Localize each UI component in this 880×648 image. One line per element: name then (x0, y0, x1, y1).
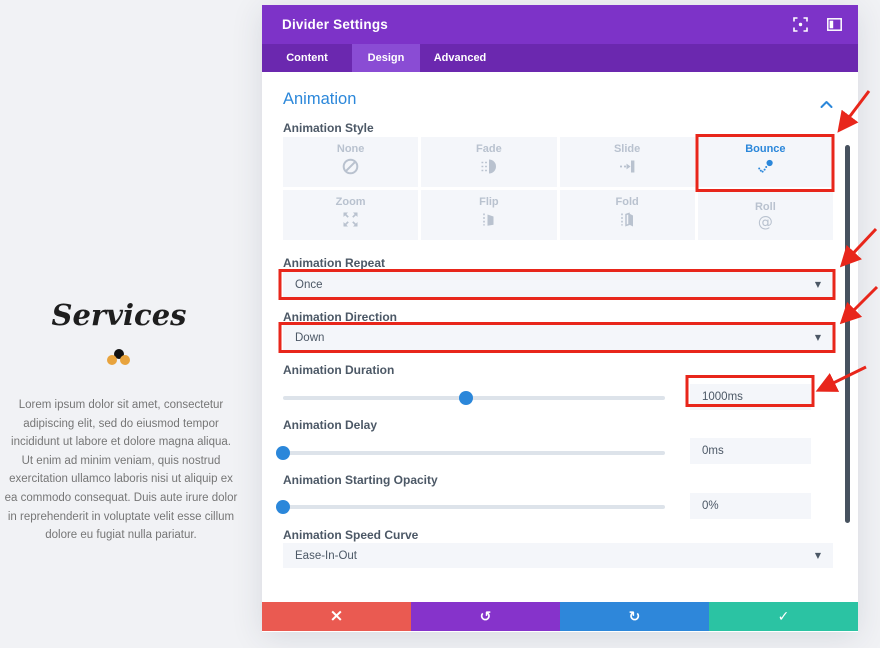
tab-design[interactable]: Design (352, 44, 420, 72)
animation-speed-curve-label: Animation Speed Curve (283, 528, 418, 542)
modal-title: Divider Settings (282, 17, 388, 32)
style-option-zoom[interactable]: Zoom (283, 190, 418, 240)
fade-icon (479, 157, 498, 181)
animation-delay-slider[interactable] (283, 451, 665, 455)
animation-duration-input[interactable] (690, 384, 811, 410)
style-option-slide[interactable]: Slide (560, 137, 695, 187)
animation-starting-opacity-slider[interactable] (283, 505, 665, 509)
body-paragraph: Lorem ipsum dolor sit amet, consectetur … (4, 396, 238, 545)
split-view-icon[interactable] (826, 17, 842, 33)
three-dots-divider-icon (104, 349, 134, 369)
animation-repeat-value: Once (295, 279, 323, 291)
animation-style-label: Animation Style (283, 121, 374, 135)
tab-advanced[interactable]: Advanced (420, 44, 500, 72)
style-option-fade[interactable]: Fade (421, 137, 556, 187)
modal-tabbar: Content Design Advanced (262, 44, 858, 72)
animation-direction-label: Animation Direction (283, 310, 397, 324)
animation-starting-opacity-input[interactable] (690, 493, 811, 519)
divider-settings-modal: Divider Settings (262, 5, 858, 632)
animation-direction-value: Down (295, 332, 324, 344)
modal-scrollbar[interactable] (845, 145, 850, 523)
animation-delay-input[interactable] (690, 438, 811, 464)
animation-starting-opacity-label: Animation Starting Opacity (283, 473, 438, 487)
redo-icon: ↻ (629, 610, 641, 624)
modal-footer: × ↺ ↻ ✓ (262, 602, 858, 631)
animation-repeat-label: Animation Repeat (283, 256, 385, 270)
style-option-flip[interactable]: Flip (421, 190, 556, 240)
zoom-icon (341, 210, 360, 234)
animation-repeat-select[interactable]: Once ▼ (283, 272, 833, 297)
page-title: Services (0, 298, 238, 332)
animation-delay-slider-handle[interactable] (276, 446, 290, 460)
animation-speed-curve-value: Ease-In-Out (295, 550, 357, 562)
roll-icon: @ (758, 215, 773, 230)
screen: Services Lorem ipsum dolor sit amet, con… (0, 0, 880, 648)
fold-icon (618, 210, 637, 234)
modal-header-icons (792, 17, 842, 33)
flip-icon (479, 210, 498, 234)
style-option-bounce[interactable]: Bounce (698, 137, 833, 187)
chevron-down-icon: ▼ (815, 551, 821, 560)
cancel-button[interactable]: × (262, 602, 411, 631)
undo-icon: ↺ (480, 610, 492, 624)
bounce-icon (756, 157, 775, 181)
expand-icon[interactable] (792, 17, 808, 33)
modal-header: Divider Settings (262, 5, 858, 44)
divider-dot-orange (120, 355, 130, 365)
divider-dot-orange (107, 355, 117, 365)
chevron-up-icon[interactable] (820, 96, 834, 106)
animation-direction-select[interactable]: Down ▼ (283, 325, 833, 350)
animation-section-title: Animation (283, 90, 356, 109)
none-icon (341, 157, 360, 181)
animation-duration-slider[interactable] (283, 396, 665, 400)
close-icon: × (329, 608, 343, 625)
chevron-down-icon: ▼ (815, 280, 821, 289)
animation-duration-slider-handle[interactable] (459, 391, 473, 405)
animation-starting-opacity-slider-handle[interactable] (276, 500, 290, 514)
tab-content[interactable]: Content (262, 44, 352, 72)
animation-style-grid: None Fade Slide Bounce Zoom (283, 137, 833, 240)
modal-body: Animation Animation Style None Fade Slid… (262, 72, 858, 602)
save-button[interactable]: ✓ (709, 602, 858, 631)
animation-delay-label: Animation Delay (283, 418, 377, 432)
animation-duration-label: Animation Duration (283, 363, 394, 377)
style-option-fold[interactable]: Fold (560, 190, 695, 240)
check-icon: ✓ (778, 610, 790, 624)
style-option-none[interactable]: None (283, 137, 418, 187)
undo-button[interactable]: ↺ (411, 602, 560, 631)
style-option-roll[interactable]: Roll @ (698, 190, 833, 240)
chevron-down-icon: ▼ (815, 333, 821, 342)
redo-button[interactable]: ↻ (560, 602, 709, 631)
slide-icon (618, 157, 637, 181)
animation-speed-curve-select[interactable]: Ease-In-Out ▼ (283, 543, 833, 568)
